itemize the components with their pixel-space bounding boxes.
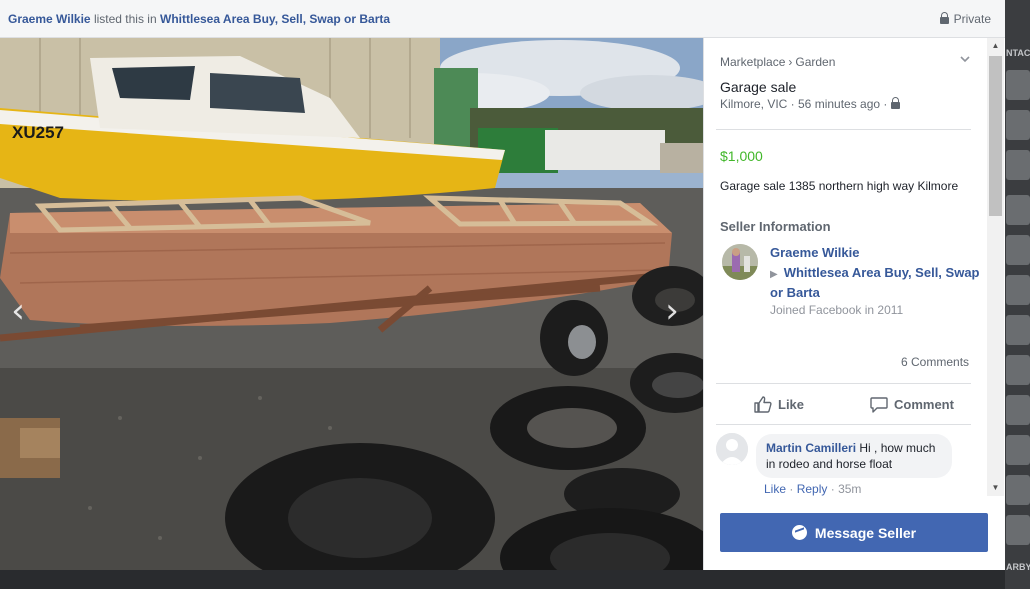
breadcrumb-separator: › xyxy=(788,55,793,69)
contact-thumbnail xyxy=(1006,475,1030,505)
panel-scrollbar[interactable]: ▲ ▼ xyxy=(987,38,1004,496)
contact-thumbnail xyxy=(1006,195,1030,225)
comments-count-link[interactable]: 6 Comments xyxy=(901,355,969,369)
contact-thumbnail xyxy=(1006,315,1030,345)
boat-registration: XU257 xyxy=(12,123,64,142)
commenter-name-link[interactable]: Martin Camilleri xyxy=(766,441,856,455)
like-label: Like xyxy=(778,396,805,412)
privacy-indicator: Private xyxy=(939,0,991,38)
contact-thumbnail xyxy=(1006,235,1030,265)
contact-thumbnail xyxy=(1006,435,1030,465)
prev-photo-button[interactable]: ‹ xyxy=(6,291,30,331)
seller-group-link[interactable]: ▶ Whittlesea Area Buy, Sell, Swap or Bart… xyxy=(770,264,980,302)
divider xyxy=(716,424,971,425)
chevron-right-icon: › xyxy=(665,291,679,331)
message-seller-button[interactable]: Message Seller xyxy=(720,513,988,552)
seller-avatar[interactable] xyxy=(722,244,758,280)
strip-label-top: NTAC xyxy=(1006,48,1030,58)
contact-thumbnail xyxy=(1006,395,1030,425)
listed-text: listed this in xyxy=(93,12,157,26)
contact-thumbnail xyxy=(1006,150,1030,180)
contact-thumbnail xyxy=(1006,110,1030,140)
next-photo-button[interactable]: › xyxy=(660,291,684,331)
like-button[interactable]: Like xyxy=(754,395,804,413)
background-sidebar-strip xyxy=(1005,0,1030,589)
scroll-down-arrow-icon[interactable]: ▼ xyxy=(987,480,1004,496)
comment-label: Comment xyxy=(894,396,954,412)
listing-details-panel: Marketplace › Garden Garage sale Kilmore, … xyxy=(703,38,1005,570)
privacy-label: Private xyxy=(953,12,991,26)
details-scroll-area: Marketplace › Garden Garage sale Kilmore, … xyxy=(704,38,987,496)
breadcrumb-marketplace[interactable]: Marketplace xyxy=(720,55,785,69)
location-time: Kilmore, VIC · 56 minutes ago · xyxy=(720,97,888,111)
background-page-bottom xyxy=(0,570,1005,589)
contact-thumbnail xyxy=(1006,515,1030,545)
breadcrumb: Marketplace › Garden xyxy=(720,55,835,69)
listing-photo[interactable]: XU257 ‹ › xyxy=(0,38,703,570)
listing-title: Garage sale xyxy=(720,79,797,95)
seller-name-link[interactable]: Graeme Wilkie xyxy=(770,245,859,260)
contact-thumbnail xyxy=(1006,70,1030,100)
lock-icon xyxy=(939,12,949,24)
comment-actions: Like · Reply · 35m xyxy=(764,482,861,496)
comment-bubble: Martin Camilleri Hi , how much in rodeo … xyxy=(756,434,952,478)
strip-label-bottom: ARBY xyxy=(1006,562,1030,572)
scroll-up-arrow-icon[interactable]: ▲ xyxy=(987,38,1004,54)
divider xyxy=(716,129,971,130)
breadcrumb-garden[interactable]: Garden xyxy=(795,55,835,69)
poster-name-link[interactable]: Graeme Wilkie xyxy=(8,12,91,26)
listing-description: Garage sale 1385 northern high way Kilmo… xyxy=(720,179,959,193)
divider xyxy=(716,383,971,384)
comment-like-link[interactable]: Like xyxy=(764,482,786,496)
lock-icon xyxy=(891,97,901,109)
thumbs-up-icon xyxy=(754,395,772,413)
seller-joined: Joined Facebook in 2011 xyxy=(770,303,904,317)
comment-icon xyxy=(870,396,888,413)
chevron-left-icon: ‹ xyxy=(11,291,25,331)
scroll-thumb[interactable] xyxy=(989,56,1002,216)
listing-meta: Kilmore, VIC · 56 minutes ago · xyxy=(720,97,901,111)
listing-price: $1,000 xyxy=(720,148,763,164)
options-chevron-icon[interactable] xyxy=(959,53,971,65)
comment-separator: · xyxy=(830,482,835,496)
comment-time: 35m xyxy=(838,482,862,496)
seller-heading: Seller Information xyxy=(720,219,831,234)
seller-group-label: Whittlesea Area Buy, Sell, Swap or Barta xyxy=(770,265,980,300)
message-seller-label: Message Seller xyxy=(814,524,917,541)
listing-photo-image: XU257 xyxy=(0,38,703,570)
contact-thumbnail xyxy=(1006,355,1030,385)
comment-button[interactable]: Comment xyxy=(870,395,954,413)
post-header: Graeme Wilkie listed this in Whittlesea … xyxy=(0,0,1005,38)
contact-thumbnail xyxy=(1006,275,1030,305)
messenger-icon xyxy=(791,525,807,540)
commenter-avatar[interactable] xyxy=(716,433,748,465)
group-name-link[interactable]: Whittlesea Area Buy, Sell, Swap or Barta xyxy=(160,12,390,26)
comment-separator: · xyxy=(789,482,794,496)
comment-reply-link[interactable]: Reply xyxy=(797,482,828,496)
triangle-right-icon: ▶ xyxy=(770,269,778,280)
